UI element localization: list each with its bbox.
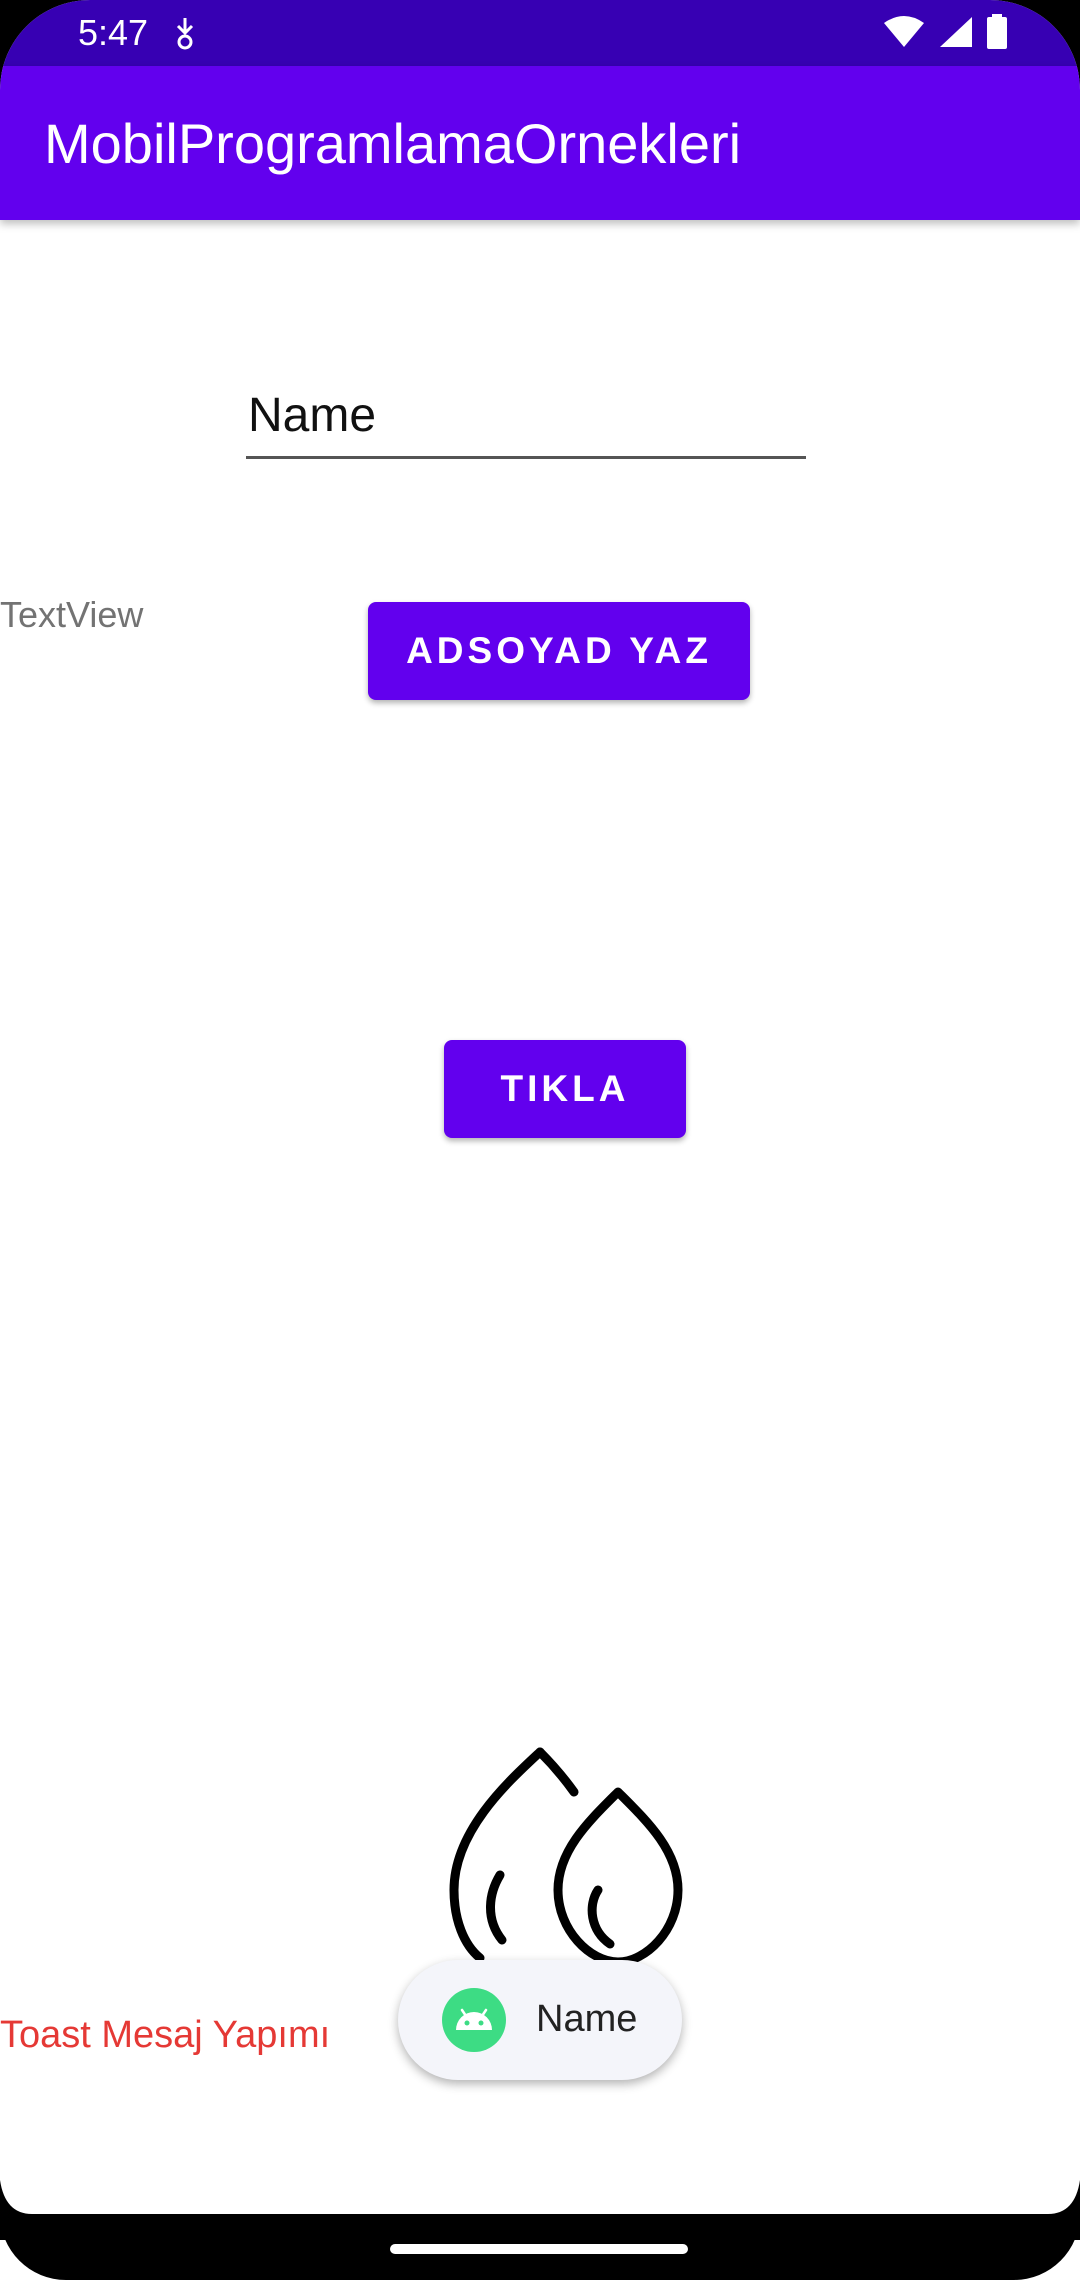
- wifi-icon: [882, 15, 926, 54]
- name-input[interactable]: Name: [246, 378, 806, 459]
- download-notification-icon: [172, 16, 198, 55]
- toast-section-label: Toast Mesaj Yapımı: [0, 2014, 331, 2056]
- toast-text: Name: [536, 1998, 638, 2040]
- status-icons: [882, 14, 1008, 55]
- name-input-value: Name: [248, 389, 377, 442]
- status-time: 5:47: [78, 12, 149, 53]
- home-handle[interactable]: [390, 2244, 688, 2254]
- app-bar: MobilProgramlamaOrnekleri: [0, 66, 1080, 220]
- text-view: TextView: [0, 594, 144, 635]
- battery-icon: [986, 14, 1008, 55]
- signal-icon: [938, 15, 974, 54]
- toast-message: Name: [398, 1960, 682, 2080]
- water-drops-icon: [440, 1740, 690, 1970]
- android-icon: [442, 1988, 506, 2052]
- tikla-button[interactable]: TIKLA: [444, 1040, 686, 1138]
- app-screen: 5:47 MobilProgramlamaOrnekleri Name Text…: [0, 0, 1080, 2280]
- status-bar: 5:47: [0, 0, 1080, 66]
- adsoyad-yaz-button[interactable]: ADSOYAD YAZ: [368, 602, 750, 700]
- app-title: MobilProgramlamaOrnekleri: [44, 112, 742, 175]
